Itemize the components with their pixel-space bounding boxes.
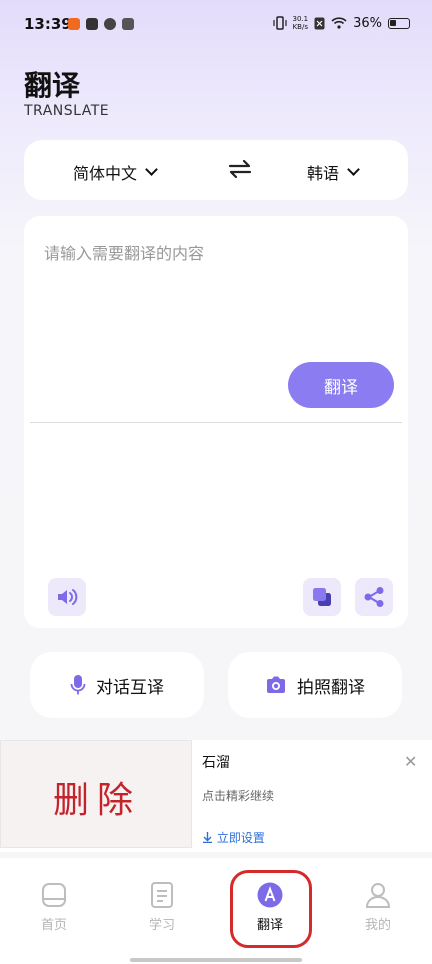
tab-highlight-annotation: [230, 870, 312, 948]
vibrate-icon: [272, 16, 287, 30]
status-time: 13:39: [24, 15, 72, 33]
tab-study[interactable]: 学习: [132, 882, 192, 933]
wifi-icon: [331, 17, 347, 29]
ad-description: 点击精彩继续: [202, 789, 275, 803]
translate-input[interactable]: 请输入需要翻译的内容: [44, 240, 204, 264]
notification-app-icon: [68, 18, 80, 30]
tab-mine-label: 我的: [364, 918, 391, 933]
user-icon: [365, 883, 391, 908]
divider: [30, 422, 402, 423]
copy-icon: [313, 588, 331, 606]
ad-banner[interactable]: 删除 石溜 点击精彩继续 立即设置 ✕: [0, 740, 432, 852]
swap-languages-icon[interactable]: [227, 156, 253, 182]
translate-button[interactable]: 翻译: [288, 362, 394, 408]
tab-study-label: 学习: [148, 918, 175, 933]
document-icon: [151, 882, 173, 908]
speaker-icon: [58, 589, 78, 605]
dialogue-translate-button[interactable]: 对话互译: [30, 652, 204, 718]
ad-title: 石溜: [202, 755, 230, 771]
share-icon: [364, 587, 384, 607]
home-icon: [42, 883, 66, 907]
notification-app-icon: [86, 18, 98, 30]
dialogue-translate-label: 对话互译: [96, 677, 164, 698]
chevron-down-icon: [347, 163, 360, 176]
translate-card: 请输入需要翻译的内容 翻译: [24, 216, 408, 628]
target-language-label: 韩语: [307, 164, 340, 183]
battery-percent: 36%: [353, 15, 382, 31]
photo-translate-label: 拍照翻译: [297, 677, 365, 698]
share-button[interactable]: [355, 578, 393, 616]
status-right: 30.1 KB/s 36%: [272, 15, 410, 31]
battery-icon: [388, 17, 410, 29]
ad-image[interactable]: 删除: [0, 740, 192, 848]
notification-app-icon: [104, 18, 116, 30]
notification-app-icon: [122, 18, 134, 30]
photo-translate-button[interactable]: 拍照翻译: [228, 652, 402, 718]
language-bar: 简体中文 韩语: [24, 140, 408, 200]
ad-image-text: 删除: [53, 780, 142, 821]
speak-button[interactable]: [48, 578, 86, 616]
home-indicator[interactable]: [130, 958, 302, 962]
status-bar: 13:39 30.1 KB/s 36%: [0, 0, 432, 52]
tab-home-label: 首页: [40, 918, 67, 933]
page-subtitle: TRANSLATE: [24, 103, 110, 119]
microphone-icon: [70, 675, 86, 695]
bottom-tab-bar: 首页 学习 翻译 我的: [0, 858, 432, 964]
download-icon: [203, 832, 212, 844]
net-speed-unit: KB/s: [292, 23, 308, 31]
camera-icon: [267, 676, 285, 693]
close-icon[interactable]: ✕: [404, 752, 417, 771]
sim-icon: [314, 17, 325, 29]
net-speed: 30.1 KB/s: [293, 15, 309, 31]
source-language-label: 简体中文: [73, 164, 138, 183]
ad-link[interactable]: 立即设置: [202, 829, 265, 846]
copy-button[interactable]: [303, 578, 341, 616]
source-language-select[interactable]: 简体中文: [73, 160, 158, 184]
tab-mine[interactable]: 我的: [348, 882, 408, 933]
page-title: 翻译: [24, 69, 81, 102]
tab-home[interactable]: 首页: [24, 882, 84, 933]
target-language-select[interactable]: 韩语: [307, 160, 360, 184]
ad-link-label: 立即设置: [216, 831, 265, 845]
net-speed-value: 30.1: [292, 15, 309, 23]
chevron-down-icon: [145, 163, 158, 176]
